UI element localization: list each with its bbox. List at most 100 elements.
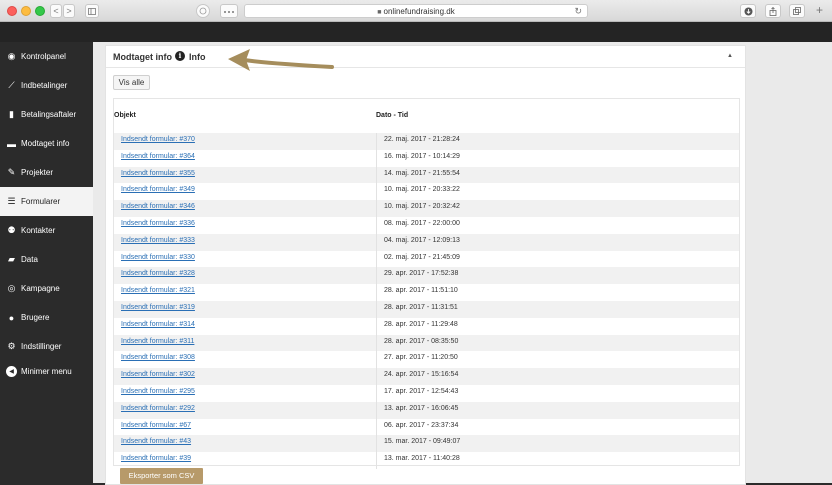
submission-link[interactable]: Indsendt formular: #364 — [121, 153, 195, 160]
collapse-panel-icon[interactable]: ▲ — [727, 53, 733, 59]
zoom-window-button[interactable] — [35, 6, 45, 16]
submission-date: 24. apr. 2017 - 15:16:54 — [384, 371, 459, 379]
submission-date: 28. apr. 2017 - 11:29:48 — [384, 320, 458, 328]
sidebar-item-label: Kontakter — [21, 226, 56, 235]
downloads-button[interactable] — [740, 4, 756, 18]
url-text: onlinefundraising.dk — [383, 7, 455, 16]
collapse-menu-icon: ◀ — [6, 366, 17, 377]
panel-title: Modtaget info — [113, 52, 172, 62]
submission-link[interactable]: Indsendt formular: #39 — [121, 455, 191, 462]
column-divider — [376, 133, 377, 150]
submission-link[interactable]: Indsendt formular: #314 — [121, 321, 195, 328]
column-header-dato-tid[interactable]: Dato - Tid — [376, 112, 408, 119]
vis-alle-button[interactable]: Vis alle — [113, 75, 150, 90]
new-tab-button[interactable]: + — [816, 3, 823, 17]
back-button[interactable]: < — [50, 4, 62, 18]
address-bar[interactable]: ■ onlinefundraising.dk ↻ — [244, 4, 588, 18]
sidebar-item-brugere[interactable]: ● Brugere — [0, 303, 93, 332]
submission-link[interactable]: Indsendt formular: #355 — [121, 170, 195, 177]
app-top-bar — [0, 22, 832, 42]
submission-date: 28. apr. 2017 - 08:35:50 — [384, 337, 459, 345]
sidebar-item-kampagne[interactable]: ◎ Kampagne — [0, 274, 93, 303]
submission-date: 22. maj. 2017 - 21:28:24 — [384, 136, 460, 143]
submission-link[interactable]: Indsendt formular: #67 — [121, 422, 191, 429]
table-row: Indsendt formular: #370 22. maj. 2017 - 2… — [114, 133, 739, 150]
submission-link[interactable]: Indsendt formular: #302 — [121, 371, 195, 378]
extensions-button[interactable] — [220, 4, 238, 18]
column-divider — [376, 351, 377, 369]
column-divider — [376, 149, 377, 167]
column-divider — [376, 267, 377, 285]
table-row: Indsendt formular: #292 13. apr. 2017 - 1… — [114, 401, 739, 419]
submissions-table: Objekt Dato - Tid Indsendt formular: #37… — [113, 98, 740, 469]
submission-link[interactable]: Indsendt formular: #311 — [121, 338, 194, 345]
lock-icon: ■ — [377, 9, 382, 16]
sidebar-item-label: Kontrolpanel — [21, 52, 66, 61]
submission-link[interactable]: Indsendt formular: #43 — [121, 438, 191, 445]
submission-link[interactable]: Indsendt formular: #321 — [121, 287, 195, 294]
forward-button[interactable]: > — [63, 4, 75, 18]
table-row: Indsendt formular: #364 16. maj. 2017 - 1… — [114, 149, 739, 167]
minimize-menu-button[interactable]: ◀ Minimer menu — [0, 357, 93, 386]
tabs-button[interactable] — [789, 4, 805, 18]
submission-date: 28. apr. 2017 - 11:31:51 — [384, 303, 458, 311]
submission-date: 29. apr. 2017 - 17:52:38 — [384, 270, 459, 278]
reload-icon[interactable]: ↻ — [574, 5, 582, 18]
share-icon — [769, 6, 777, 16]
submission-link[interactable]: Indsendt formular: #292 — [121, 405, 195, 412]
shield-icon — [199, 7, 207, 15]
column-divider — [376, 452, 377, 469]
info-icon[interactable]: i — [175, 51, 185, 61]
sidebar-item-kontrolpanel[interactable]: ◉ Kontrolpanel — [0, 42, 93, 71]
table-row: Indsendt formular: #319 28. apr. 2017 - 1… — [114, 300, 739, 318]
submission-link[interactable]: Indsendt formular: #349 — [121, 186, 195, 193]
submission-link[interactable]: Indsendt formular: #333 — [121, 237, 195, 244]
close-window-button[interactable] — [7, 6, 17, 16]
sidebar-item-modtaget-info[interactable]: ▬ Modtaget info — [0, 129, 93, 158]
sidebar-item-formularer[interactable]: ☰ Formularer — [0, 187, 93, 216]
sidebar-item-projekter[interactable]: ✎ Projekter — [0, 158, 93, 187]
minimize-window-button[interactable] — [21, 6, 31, 16]
sidebar-item-label: Indbetalinger — [21, 81, 68, 90]
info-link[interactable]: Info — [189, 52, 206, 62]
column-divider — [376, 334, 377, 352]
sidebar-item-indbetalinger[interactable]: ⟋ Indbetalinger — [0, 71, 93, 100]
table-row: Indsendt formular: #39 13. mar. 2017 - 11… — [114, 452, 739, 469]
tabs-icon — [793, 7, 801, 15]
submission-link[interactable]: Indsendt formular: #308 — [121, 354, 195, 361]
share-button[interactable] — [765, 4, 781, 18]
sidebar-toggle-button[interactable] — [85, 4, 99, 18]
column-divider — [376, 250, 377, 268]
submission-link[interactable]: Indsendt formular: #370 — [121, 136, 195, 143]
column-header-objekt[interactable]: Objekt — [114, 112, 136, 119]
privacy-button[interactable] — [196, 4, 210, 18]
submission-link[interactable]: Indsendt formular: #346 — [121, 203, 195, 210]
bar-chart-icon: ▮ — [9, 109, 14, 119]
submission-link[interactable]: Indsendt formular: #328 — [121, 270, 195, 277]
main-content: Modtaget info i Info ▲ Vis alle Objekt D… — [93, 42, 832, 485]
submission-date: 10. maj. 2017 - 20:33:22 — [384, 186, 460, 194]
table-row: Indsendt formular: #333 04. maj. 2017 - 1… — [114, 233, 739, 251]
export-csv-button[interactable]: Eksporter som CSV — [120, 468, 203, 484]
submission-link[interactable]: Indsendt formular: #319 — [121, 304, 195, 311]
submission-link[interactable]: Indsendt formular: #295 — [121, 388, 195, 395]
column-divider — [376, 317, 377, 335]
submission-link[interactable]: Indsendt formular: #336 — [121, 220, 195, 227]
column-divider — [376, 284, 377, 301]
modtaget-info-panel: Modtaget info i Info ▲ Vis alle Objekt D… — [105, 45, 746, 485]
submission-date: 16. maj. 2017 - 10:14:29 — [384, 152, 460, 160]
table-row: Indsendt formular: #349 10. maj. 2017 - 2… — [114, 183, 739, 201]
table-row: Indsendt formular: #43 15. mar. 2017 - 09… — [114, 435, 739, 453]
sidebar-item-betalingsaftaler[interactable]: ▮ Betalingsaftaler — [0, 100, 93, 129]
submission-date: 13. mar. 2017 - 11:40:28 — [384, 455, 460, 463]
submission-date: 10. maj. 2017 - 20:32:42 — [384, 203, 460, 211]
column-divider — [376, 233, 377, 251]
sidebar-item-data[interactable]: ▰ Data — [0, 245, 93, 274]
submission-link[interactable]: Indsendt formular: #330 — [121, 254, 195, 261]
sidebar-item-label: Brugere — [21, 313, 50, 322]
sidebar-item-label: Minimer menu — [21, 367, 72, 376]
sidebar-item-kontakter[interactable]: ⚉ Kontakter — [0, 216, 93, 245]
column-divider — [376, 435, 377, 453]
annotation-arrow — [228, 49, 334, 71]
sidebar-item-label: Projekter — [21, 168, 54, 177]
